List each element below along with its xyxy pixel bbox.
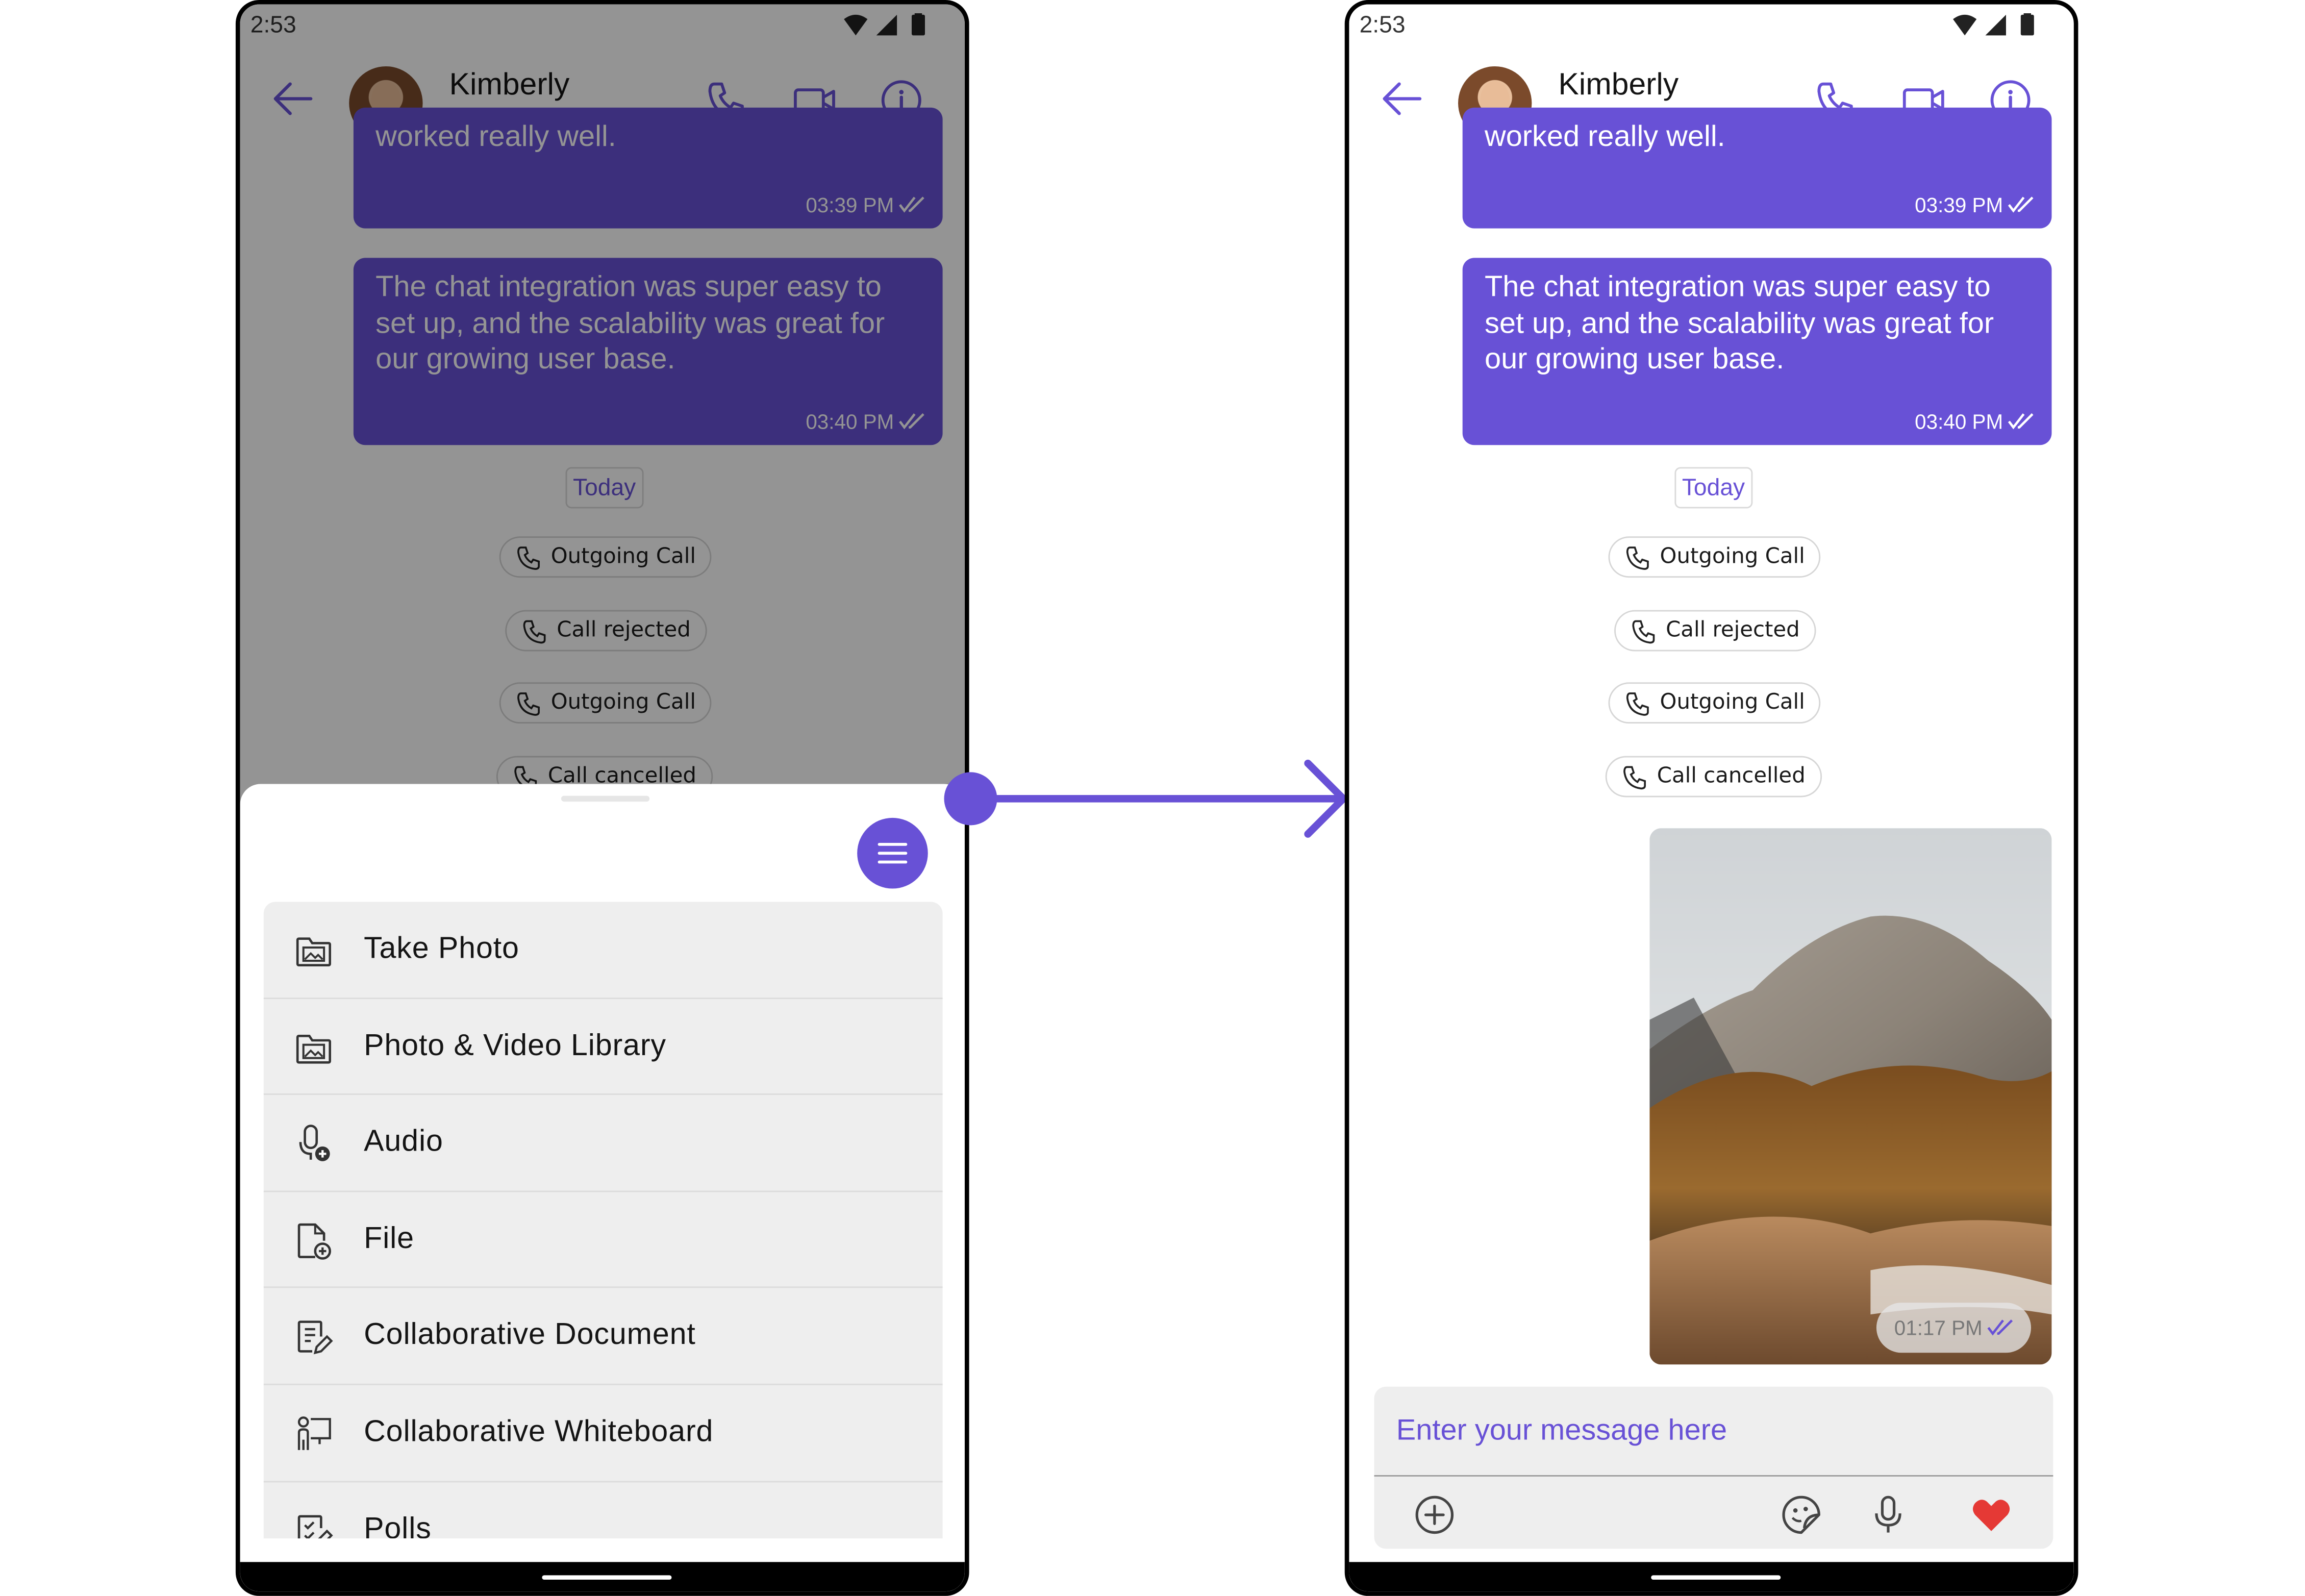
option-label: Collaborative Whiteboard (364, 1414, 714, 1449)
phone-icon (1626, 691, 1649, 715)
read-receipt-icon (2008, 413, 2034, 430)
folder-image-icon (296, 937, 331, 967)
option-label: File (364, 1221, 414, 1256)
message-time: 01:17 PM (1894, 1316, 1983, 1340)
option-file[interactable]: File (263, 1192, 943, 1289)
message-bubble[interactable]: worked really well. 03:39 PM (1462, 107, 2052, 229)
status-time: 2:53 (1359, 13, 1406, 39)
option-audio[interactable]: Audio (263, 1095, 943, 1192)
phone-icon (1632, 619, 1655, 643)
option-label: Take Photo (364, 931, 519, 965)
add-attachment-icon[interactable] (1413, 1493, 1457, 1537)
message-time: 03:39 PM (1915, 193, 2003, 217)
call-log-label: Call rejected (1666, 619, 1800, 643)
option-take-photo[interactable]: Take Photo (263, 902, 943, 999)
call-log-chip[interactable]: Call cancelled (1605, 756, 1822, 797)
read-receipt-icon (2008, 196, 2034, 213)
message-text: worked really well. (1484, 120, 1725, 154)
poll-icon (297, 1514, 333, 1539)
heart-icon[interactable] (1969, 1493, 2014, 1537)
call-log-label: Outgoing Call (1660, 691, 1805, 715)
home-indicator[interactable] (1651, 1575, 1781, 1580)
transition-arrow (944, 759, 1347, 838)
call-log-chip[interactable]: Call rejected (1614, 610, 1816, 652)
phone-icon (1626, 545, 1649, 569)
message-meta: 03:39 PM (1915, 193, 2034, 217)
home-indicator[interactable] (542, 1575, 672, 1580)
message-list: worked really well. 03:39 PM The chat in… (1349, 107, 2074, 1592)
user-name: Kimberly (1558, 67, 1679, 102)
day-separator: Today (1674, 467, 1752, 509)
message-input[interactable]: Enter your message here (1396, 1415, 1727, 1449)
mountain-photo (1649, 828, 2052, 1365)
message-bubble[interactable]: The chat integration was super easy to s… (1462, 258, 2052, 445)
option-label: Collaborative Document (364, 1318, 696, 1352)
option-label: Photo & Video Library (364, 1028, 666, 1062)
option-collaborative-document[interactable]: Collaborative Document (263, 1288, 943, 1385)
sheet-drag-handle[interactable] (561, 795, 650, 802)
option-photo-video-library[interactable]: Photo & Video Library (263, 999, 943, 1095)
message-composer: Enter your message here (1374, 1386, 2053, 1549)
composer-divider (1374, 1475, 2053, 1477)
message-meta: 03:40 PM (1915, 410, 2034, 433)
image-meta: 01:17 PM (1876, 1303, 2032, 1353)
option-polls[interactable]: Polls (264, 1482, 943, 1539)
mic-add-icon (299, 1125, 330, 1162)
system-nav-bar (1349, 1562, 2074, 1592)
call-log-label: Outgoing Call (1660, 545, 1805, 569)
phone-icon (1623, 765, 1646, 789)
status-icons (1953, 13, 2034, 36)
attachment-options: Take Photo Photo & Video Library Audio F… (263, 902, 943, 1539)
read-receipt-icon (1987, 1319, 2013, 1336)
call-log-label: Call cancelled (1657, 764, 1806, 789)
option-label: Audio (364, 1125, 443, 1159)
menu-icon (878, 842, 908, 864)
system-nav-bar (240, 1562, 965, 1592)
status-bar: 2:53 (1349, 4, 2074, 46)
whiteboard-icon (297, 1416, 331, 1450)
phone-before: 2:53 Kimberly offline (235, 0, 969, 1596)
call-log-chip[interactable]: Outgoing Call (1608, 682, 1821, 724)
sticker-icon[interactable] (1779, 1493, 1823, 1537)
back-arrow-icon[interactable] (1379, 75, 1425, 122)
menu-button[interactable] (857, 817, 928, 889)
file-add-icon (297, 1223, 331, 1260)
message-time: 03:40 PM (1915, 409, 2003, 434)
image-message[interactable]: 01:17 PM (1649, 828, 2052, 1365)
option-collaborative-whiteboard[interactable]: Collaborative Whiteboard (263, 1385, 943, 1482)
phone-after: 2:53 Kimberly offline (1344, 0, 2078, 1596)
message-text: The chat integration was super easy to s… (1484, 271, 1994, 376)
call-log-chip[interactable]: Outgoing Call (1608, 536, 1821, 578)
option-label: Polls (364, 1511, 432, 1539)
microphone-icon[interactable] (1866, 1493, 1911, 1537)
attachment-sheet: Take Photo Photo & Video Library Audio F… (240, 784, 965, 1592)
folder-image-icon (296, 1034, 331, 1063)
document-edit-icon (297, 1321, 333, 1355)
